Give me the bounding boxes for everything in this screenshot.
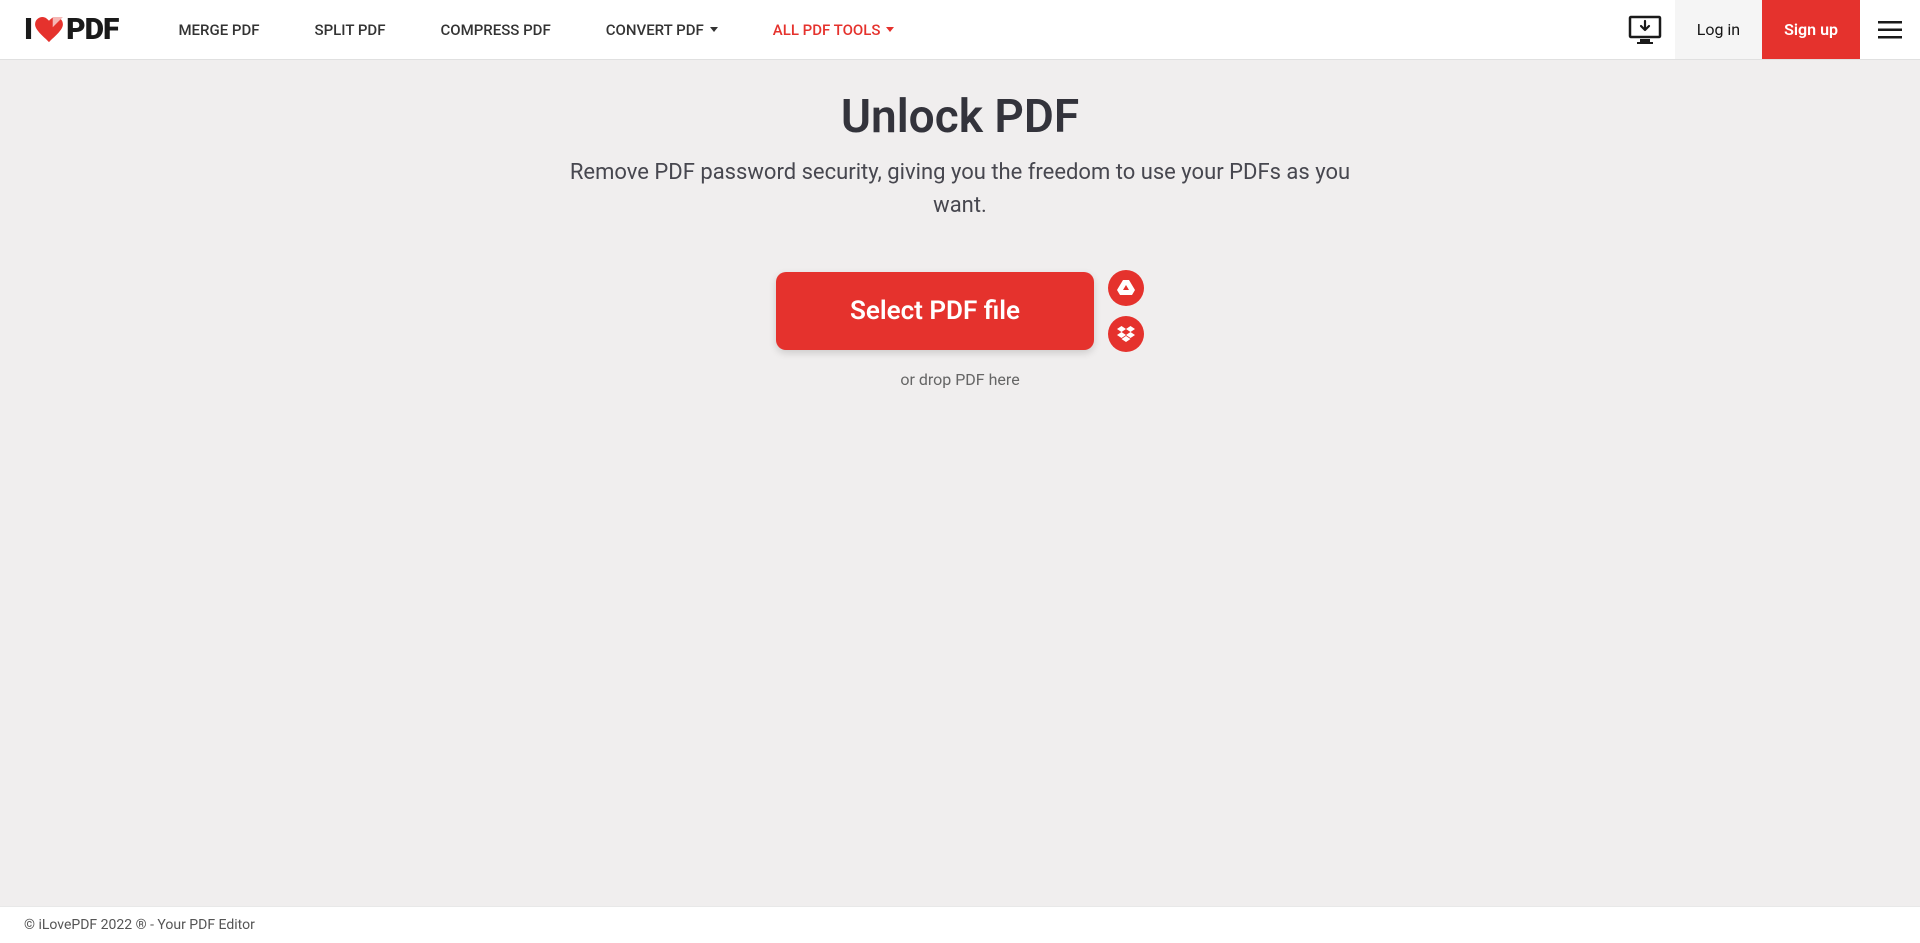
main-nav: MERGE PDF SPLIT PDF COMPRESS PDF CONVERT… xyxy=(178,21,894,39)
nav-merge[interactable]: MERGE PDF xyxy=(178,21,259,39)
nav-merge-label: MERGE PDF xyxy=(178,21,259,39)
nav-compress-label: COMPRESS PDF xyxy=(440,21,550,39)
footer-text: © iLovePDF 2022 ® - Your PDF Editor xyxy=(24,917,255,933)
nav-convert[interactable]: CONVERT PDF xyxy=(606,21,718,39)
logo-suffix: PDF xyxy=(66,12,118,47)
logo-prefix: I xyxy=(24,12,32,47)
signup-button[interactable]: Sign up xyxy=(1762,0,1860,59)
main-header: I PDF MERGE PDF SPLIT PDF COMPRESS PDF C… xyxy=(0,0,1920,60)
desktop-download-icon xyxy=(1628,15,1662,45)
google-drive-button[interactable] xyxy=(1108,270,1144,306)
page-title: Unlock PDF xyxy=(841,90,1079,144)
google-drive-icon xyxy=(1117,280,1135,296)
page-subtitle: Remove PDF password security, giving you… xyxy=(550,156,1370,222)
footer: © iLovePDF 2022 ® - Your PDF Editor xyxy=(0,906,1920,943)
nav-split-label: SPLIT PDF xyxy=(315,21,386,39)
select-file-label: Select PDF file xyxy=(850,296,1020,326)
login-button[interactable]: Log in xyxy=(1675,0,1762,59)
main-content: Unlock PDF Remove PDF password security,… xyxy=(0,60,1920,389)
cloud-buttons xyxy=(1108,270,1144,352)
dropbox-icon xyxy=(1117,326,1135,342)
nav-split[interactable]: SPLIT PDF xyxy=(315,21,386,39)
caret-down-icon xyxy=(886,27,894,32)
nav-compress[interactable]: COMPRESS PDF xyxy=(440,21,550,39)
drop-hint: or drop PDF here xyxy=(900,370,1019,389)
nav-all-tools-label: ALL PDF TOOLS xyxy=(773,21,881,39)
header-right: Log in Sign up xyxy=(1615,0,1920,59)
caret-down-icon xyxy=(710,27,718,32)
menu-button[interactable] xyxy=(1860,0,1920,59)
nav-all-tools[interactable]: ALL PDF TOOLS xyxy=(773,21,895,39)
login-label: Log in xyxy=(1697,20,1740,39)
hamburger-icon xyxy=(1878,21,1902,39)
nav-convert-label: CONVERT PDF xyxy=(606,21,704,39)
signup-label: Sign up xyxy=(1784,20,1838,39)
upload-area: Select PDF file xyxy=(776,270,1144,352)
desktop-download-button[interactable] xyxy=(1615,0,1675,59)
heart-icon xyxy=(34,17,64,43)
dropbox-button[interactable] xyxy=(1108,316,1144,352)
logo[interactable]: I PDF xyxy=(24,12,118,47)
select-file-button[interactable]: Select PDF file xyxy=(776,272,1094,350)
